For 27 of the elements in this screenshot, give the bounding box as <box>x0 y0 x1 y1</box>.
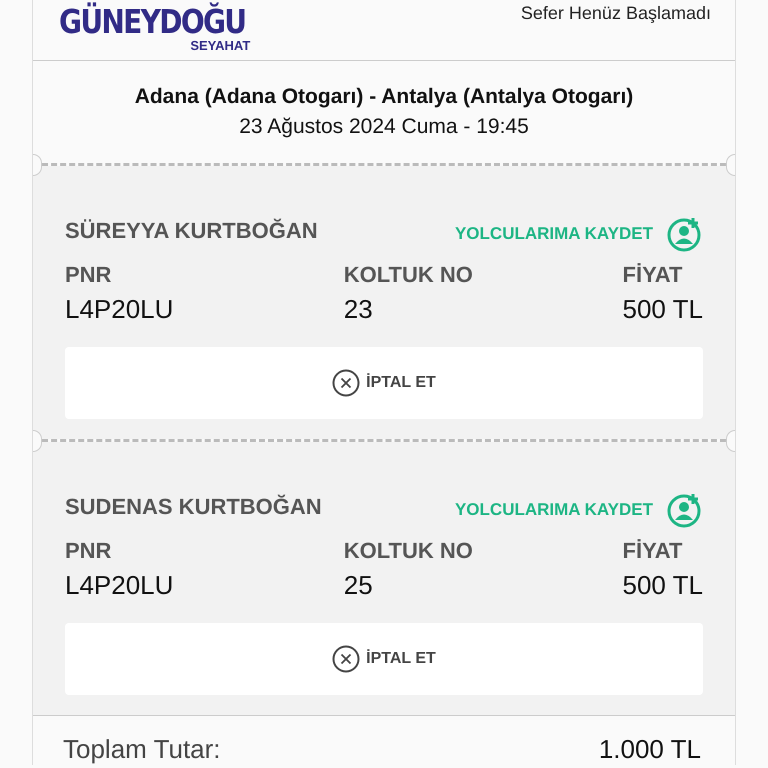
add-user-icon <box>667 492 703 528</box>
field-value: L4P20LU <box>65 570 174 601</box>
field-label: KOLTUK NO <box>344 262 474 288</box>
field-value: 25 <box>344 570 374 601</box>
passenger-name: SUDENAS KURTBOĞAN <box>65 494 322 520</box>
close-icon <box>332 369 360 397</box>
cancel-button[interactable]: İPTAL ET <box>65 623 703 695</box>
cancel-button[interactable]: İPTAL ET <box>65 347 703 419</box>
route-title: Adana (Adana Otogarı) - Antalya (Antalya Otogarı) <box>134 85 634 109</box>
field-label: FİYAT <box>622 538 684 564</box>
passenger-name: SÜREYYA KURTBOĞAN <box>65 218 318 244</box>
field-value: 500 TL <box>622 570 703 601</box>
trip-datetime: 23 Ağustos 2024 Cuma - 19:45 <box>239 115 529 139</box>
field-label: PNR <box>65 538 112 564</box>
total-value: 1.000 TL <box>598 734 701 765</box>
field-value: L4P20LU <box>65 294 174 325</box>
field-label: FİYAT <box>622 262 684 288</box>
total-label: Toplam Tutar: <box>63 734 221 765</box>
add-user-icon <box>667 216 703 252</box>
field-value: 23 <box>344 294 374 325</box>
field-label: KOLTUK NO <box>344 538 474 564</box>
logo-name: GÜNEYDOĞU <box>59 4 246 40</box>
close-icon <box>332 645 360 673</box>
field-value: 500 TL <box>622 294 703 325</box>
logo-tagline: SEYAHAT <box>190 38 250 53</box>
field-label: PNR <box>65 262 112 288</box>
trip-status: Sefer Henüz Başlamadı <box>520 2 711 24</box>
